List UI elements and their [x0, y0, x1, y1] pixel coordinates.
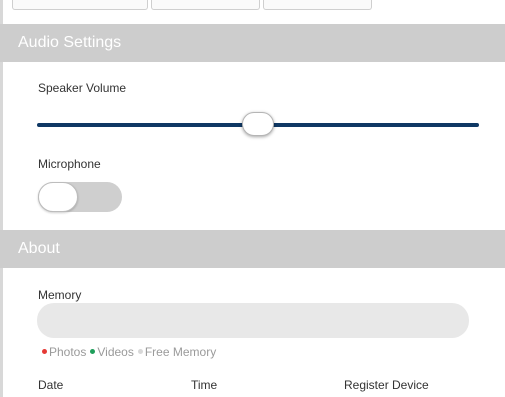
memory-usage-bar: [37, 303, 469, 338]
field-box[interactable]: [263, 0, 372, 10]
slider-thumb[interactable]: [242, 112, 274, 136]
previous-section-fields: [12, 0, 372, 10]
legend-item-free-memory: Free Memory: [137, 345, 217, 359]
column-header-date: Date: [38, 378, 64, 392]
legend-item-videos: Videos: [90, 345, 134, 359]
audio-settings-header: Audio Settings: [0, 24, 505, 62]
legend-label: Free Memory: [144, 345, 217, 359]
legend-label: Videos: [97, 345, 134, 359]
legend-dot-icon: [137, 349, 143, 355]
speaker-volume-label: Speaker Volume: [38, 81, 127, 95]
legend-dot-icon: [42, 349, 47, 355]
speaker-volume-slider[interactable]: [37, 112, 479, 138]
microphone-label: Microphone: [38, 157, 101, 171]
memory-legend: Photos Videos Free Memory: [42, 345, 220, 359]
microphone-toggle[interactable]: [38, 182, 122, 212]
field-box[interactable]: [151, 0, 260, 10]
toggle-knob[interactable]: [38, 182, 78, 212]
legend-label: Photos: [49, 345, 87, 359]
column-header-register-device: Register Device: [344, 378, 429, 392]
field-box[interactable]: [12, 0, 148, 10]
column-header-time: Time: [191, 378, 218, 392]
settings-page: Audio Settings Speaker Volume Microphone…: [0, 0, 505, 397]
about-header: About: [0, 230, 505, 268]
memory-label: Memory: [38, 288, 82, 302]
legend-dot-icon: [90, 349, 96, 355]
legend-item-photos: Photos: [42, 345, 86, 359]
